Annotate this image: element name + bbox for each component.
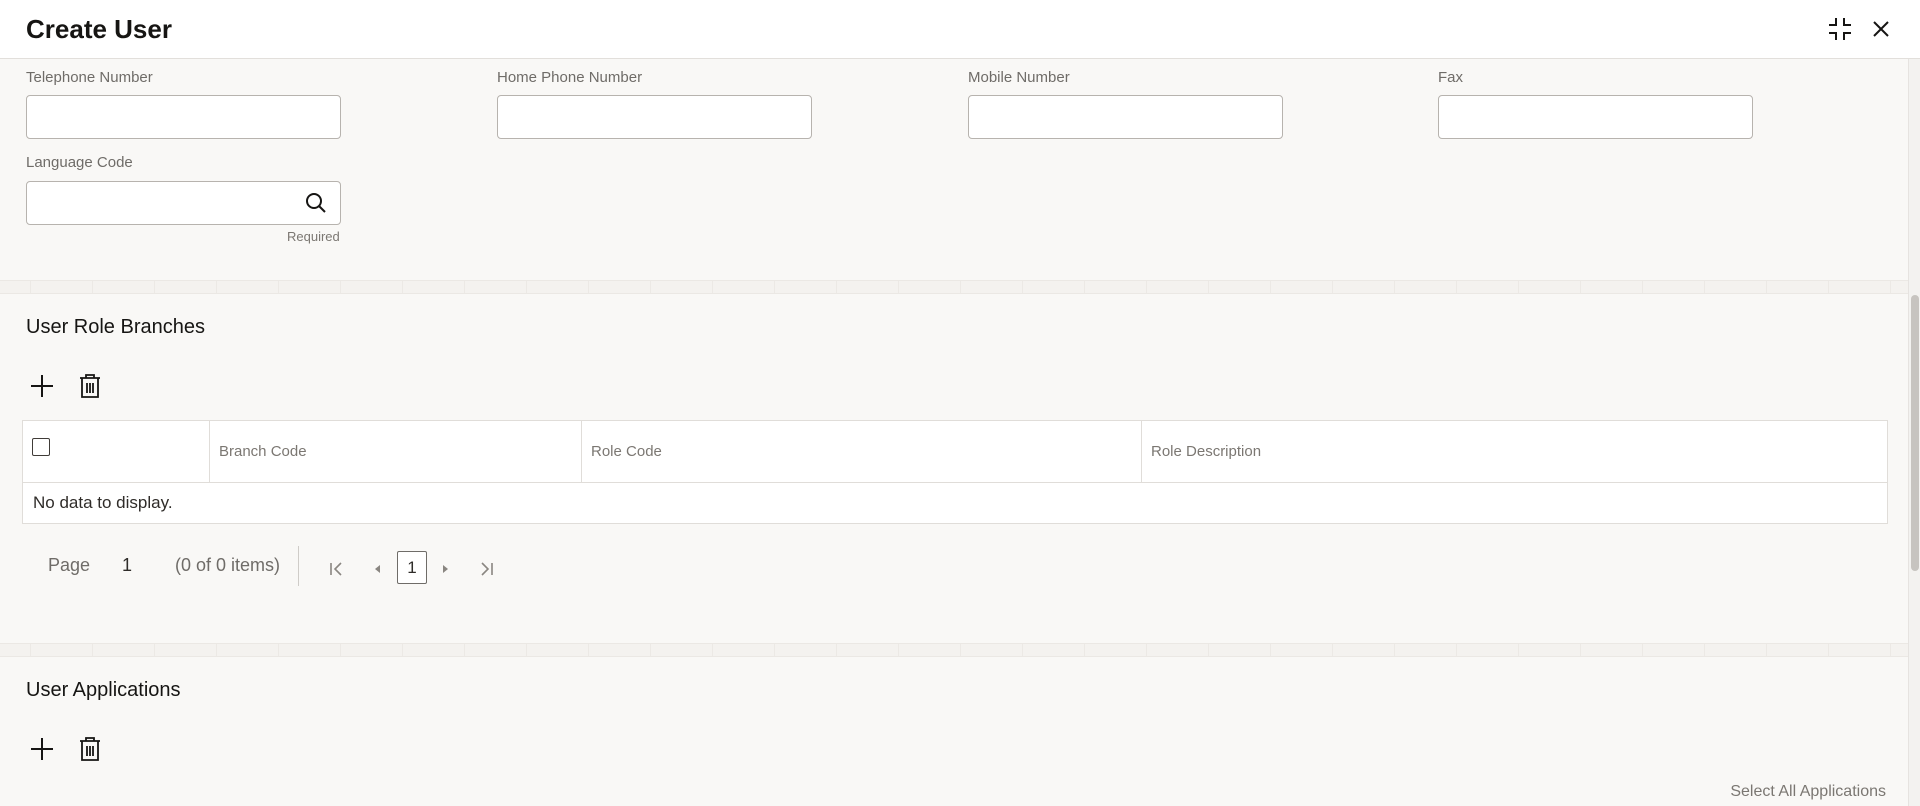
home-phone-label: Home Phone Number	[497, 69, 643, 86]
fax-label: Fax	[1438, 69, 1464, 86]
last-page-icon	[481, 562, 493, 576]
role-branches-table: Branch Code Role Code Role Description N…	[22, 420, 1888, 524]
column-header-label: Role Description	[1151, 443, 1262, 460]
add-role-branch-button[interactable]	[26, 370, 58, 402]
section-divider	[0, 643, 1908, 657]
previous-page-button[interactable]	[365, 557, 389, 581]
trash-icon	[80, 737, 100, 761]
add-application-button[interactable]	[26, 733, 58, 765]
close-button[interactable]	[1866, 14, 1896, 44]
applications-title: User Applications	[26, 679, 181, 701]
dialog-title: Create User	[26, 14, 172, 44]
search-icon	[306, 193, 326, 213]
delete-application-button[interactable]	[74, 733, 106, 765]
chevron-left-icon	[375, 565, 380, 573]
table-header: Branch Code Role Code Role Description	[23, 421, 1887, 483]
plus-icon	[31, 738, 53, 760]
role-branches-title: User Role Branches	[26, 316, 205, 338]
language-search-button[interactable]	[304, 191, 328, 215]
mobile-input[interactable]	[968, 95, 1283, 139]
language-code-label: Language Code	[26, 154, 133, 171]
fax-input[interactable]	[1438, 95, 1753, 139]
plus-icon	[31, 375, 53, 397]
telephone-label: Telephone Number	[26, 69, 153, 86]
language-code-input[interactable]	[26, 181, 341, 225]
current-page-button[interactable]: 1	[397, 551, 427, 584]
column-role-description[interactable]: Role Description	[1142, 421, 1887, 483]
section-divider	[0, 280, 1908, 294]
pager-divider	[298, 546, 299, 586]
home-phone-input[interactable]	[497, 95, 812, 139]
telephone-input[interactable]	[26, 95, 341, 139]
select-column	[23, 421, 210, 483]
scrollbar-thumb[interactable]	[1911, 295, 1919, 571]
column-header-label: Role Code	[591, 443, 662, 460]
page-label: Page	[48, 555, 91, 575]
items-count: (0 of 0 items)	[175, 555, 281, 575]
delete-role-branch-button[interactable]	[74, 370, 106, 402]
last-page-button[interactable]	[474, 557, 498, 581]
first-page-icon	[330, 562, 342, 576]
chevron-right-icon	[443, 565, 448, 573]
column-role-code[interactable]: Role Code	[582, 421, 1142, 483]
compress-icon	[1829, 18, 1851, 40]
next-page-button[interactable]	[434, 557, 458, 581]
compress-button[interactable]	[1825, 14, 1855, 44]
column-branch-code[interactable]: Branch Code	[210, 421, 582, 483]
trash-icon	[80, 374, 100, 398]
column-header-label: Branch Code	[219, 443, 307, 460]
mobile-label: Mobile Number	[968, 69, 1070, 86]
vertical-scrollbar[interactable]	[1908, 59, 1920, 806]
close-icon	[1873, 21, 1889, 37]
language-required-hint: Required	[287, 229, 340, 244]
first-page-button[interactable]	[325, 557, 349, 581]
dialog-header: Create User	[0, 0, 1920, 59]
select-all-checkbox[interactable]	[32, 438, 50, 456]
empty-table-message: No data to display.	[33, 493, 173, 512]
page-number: 1	[122, 555, 133, 575]
select-all-applications-toggle[interactable]: Select All Applications	[1730, 783, 1886, 801]
